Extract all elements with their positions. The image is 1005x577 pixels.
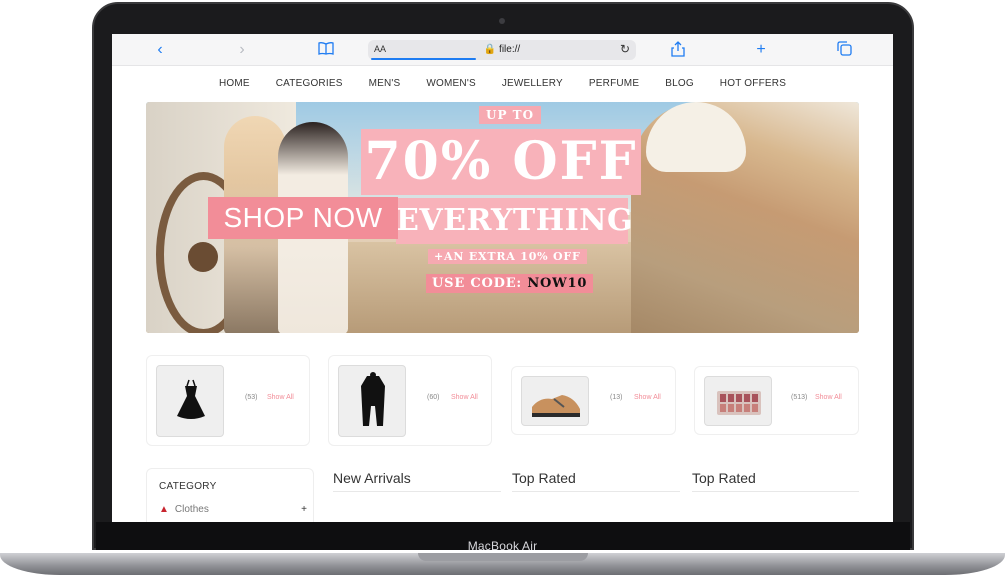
hero-headline: 70% OFF [361,129,641,195]
url-value: file:// [499,44,521,55]
nav-perfume[interactable]: PERFUME [589,78,639,94]
nav-mens[interactable]: MEN'S [369,78,401,94]
category-count: (13) [610,394,623,401]
dress-icon [156,365,224,437]
category-card[interactable]: (13) Show All [511,366,676,435]
share-icon[interactable] [669,41,687,59]
category-card[interactable]: (53) Show All [146,355,310,446]
category-sidebar: CATEGORY ▲ Clothes + [146,468,314,522]
laptop-frame: MacBook Air ‹ › AA 🔒 file:// ↻ + HOME CA… [0,0,1005,577]
coat-icon [338,365,406,437]
camera-icon [499,18,505,24]
hero-extra-offer: +AN EXTRA 10% OFF [428,249,587,264]
show-all-link[interactable]: Show All [267,394,294,401]
section-title-new-arrivals: New Arrivals [333,470,501,492]
tabs-icon[interactable] [835,41,853,59]
nav-hot-offers[interactable]: HOT OFFERS [720,78,786,94]
dress-icon: ▲ [159,504,169,515]
browser-toolbar: ‹ › AA 🔒 file:// ↻ + [112,34,893,66]
plus-icon[interactable]: + [752,41,770,59]
sneaker-icon [521,376,589,426]
show-all-link[interactable]: Show All [815,394,842,401]
hero-up-to: UP TO [479,106,542,124]
hero-subheadline: EVERYTHING [396,198,633,244]
chevron-left-icon[interactable]: ‹ [151,41,169,59]
sidebar-item-label: Clothes [174,504,209,515]
show-all-link[interactable]: Show All [634,394,661,401]
category-count: (53) [245,394,258,401]
palette-icon [704,376,772,426]
show-all-link[interactable]: Show All [451,394,478,401]
hero-promo-code: USE CODE: NOW10 [426,274,594,293]
chevron-right-icon[interactable]: › [233,41,251,59]
expand-icon[interactable]: + [301,504,307,515]
address-bar[interactable]: AA 🔒 file:// ↻ [368,40,636,60]
url-text: 🔒 file:// [368,44,636,55]
category-card[interactable]: (60) Show All [328,355,492,446]
nav-categories[interactable]: CATEGORIES [276,78,343,94]
nav-jewellery[interactable]: JEWELLERY [502,78,563,94]
wheel-hub [188,242,218,272]
reload-icon[interactable]: ↻ [620,42,630,56]
promo-code-label: USE CODE: [432,276,523,291]
hero-banner[interactable]: UP TO 70% OFF EVERYTHING SHOP NOW +AN EX… [146,102,859,333]
book-icon[interactable] [317,41,335,59]
shop-now-button[interactable]: SHOP NOW [208,197,398,239]
sidebar-title: CATEGORY [159,481,217,492]
promo-code-value: NOW10 [527,276,588,291]
screen: ‹ › AA 🔒 file:// ↻ + HOME CATEGORIES MEN… [112,34,893,522]
section-title-top-rated-2: Top Rated [692,470,859,492]
nav-home[interactable]: HOME [219,78,250,94]
load-progress [371,58,476,60]
laptop-notch [418,553,588,561]
lock-icon: 🔒 [483,44,500,55]
category-count: (60) [427,394,440,401]
section-title-top-rated: Top Rated [512,470,680,492]
main-nav: HOME CATEGORIES MEN'S WOMEN'S JEWELLERY … [112,78,893,94]
category-card[interactable]: (513) Show All [694,366,859,435]
device-label: MacBook Air [467,539,538,553]
nav-womens[interactable]: WOMEN'S [426,78,475,94]
sidebar-item-clothes[interactable]: ▲ Clothes + [159,504,307,518]
category-cards: (53) Show All (60) Show All (13) Show Al… [146,354,859,449]
nav-blog[interactable]: BLOG [665,78,694,94]
category-count: (513) [791,394,808,401]
